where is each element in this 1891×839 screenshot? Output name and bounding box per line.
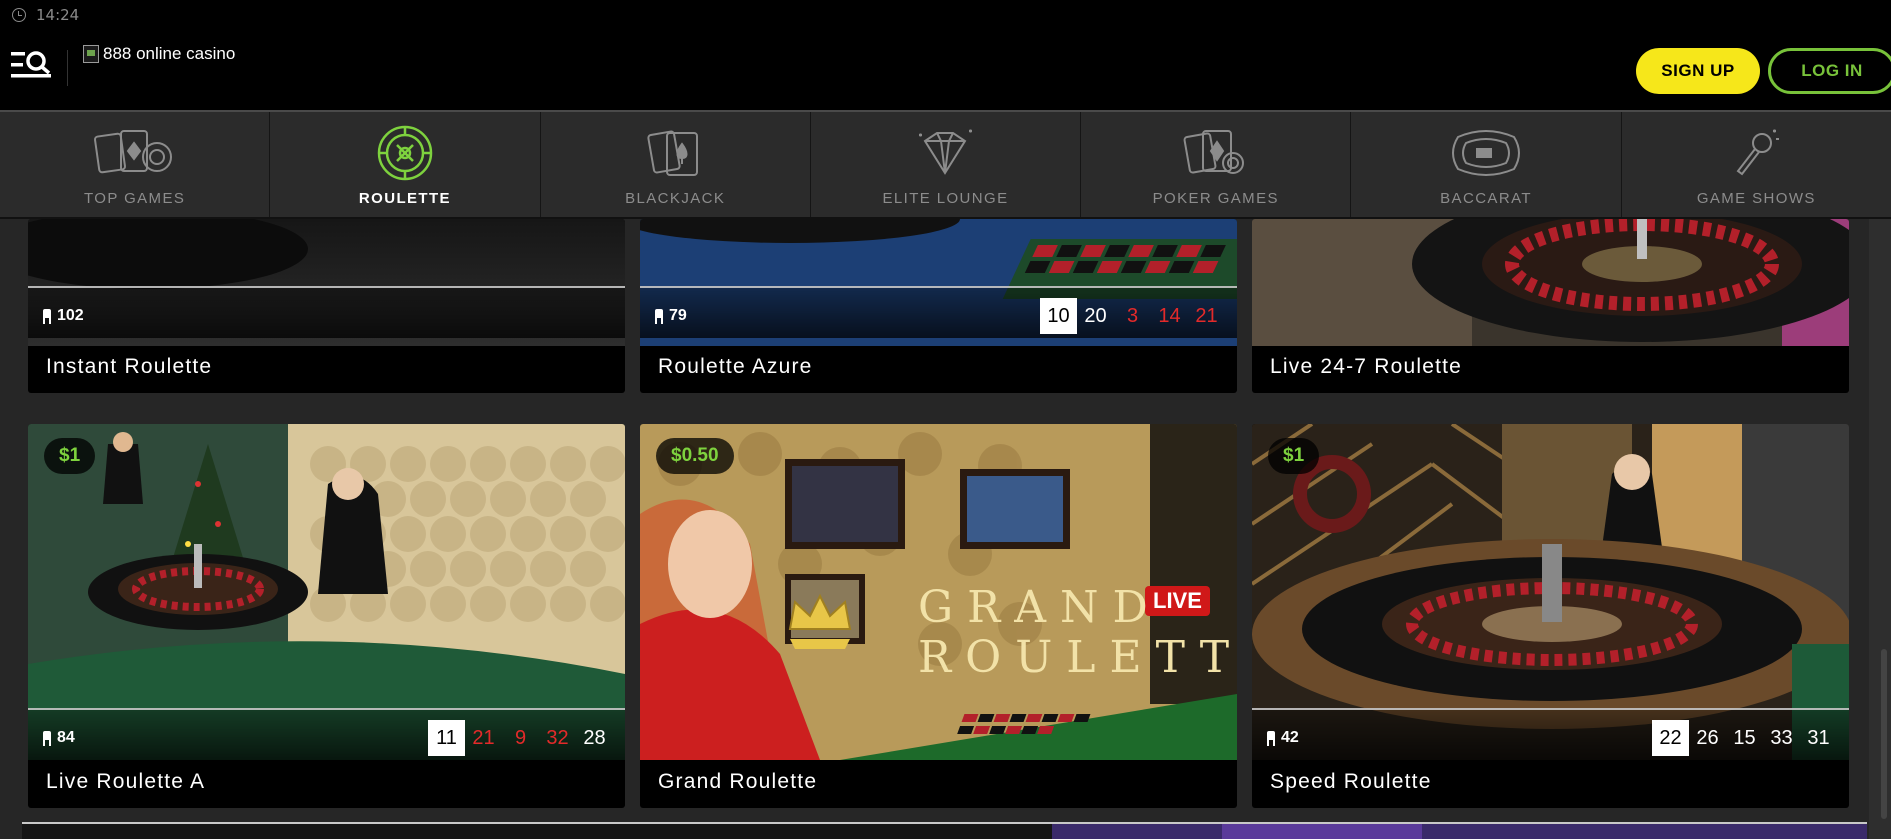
tab-label: TOP GAMES bbox=[84, 190, 186, 207]
result-number: 26 bbox=[1696, 726, 1719, 749]
result-number: 9 bbox=[514, 726, 527, 749]
result-number: 14 bbox=[1158, 304, 1181, 327]
result-number: 10 bbox=[1040, 298, 1077, 334]
game-title: Roulette Azure bbox=[658, 355, 813, 378]
game-thumbnail bbox=[1252, 219, 1849, 346]
tab-label: ELITE LOUNGE bbox=[882, 190, 1009, 207]
chair-icon bbox=[42, 308, 53, 324]
roulette-wheel-icon bbox=[363, 124, 447, 182]
tab-baccarat[interactable]: BACCARAT bbox=[1351, 112, 1622, 217]
result-number: 33 bbox=[1770, 726, 1793, 749]
result-number: 32 bbox=[546, 726, 569, 749]
games-grid: 102 Instant Roulette 79 10 20 3 14 21 Ro… bbox=[0, 219, 1891, 839]
game-thumbnail: LIVE GRAND ROULETTE bbox=[640, 424, 1237, 760]
player-count: 79 bbox=[654, 307, 687, 325]
player-count: 42 bbox=[1266, 729, 1299, 747]
chair-icon bbox=[654, 308, 665, 324]
next-row-preview bbox=[22, 822, 1867, 839]
game-card-roulette-azure[interactable]: 79 10 20 3 14 21 Roulette Azure bbox=[640, 219, 1237, 393]
recent-results: 10 20 3 14 21 bbox=[1040, 298, 1225, 334]
tab-blackjack[interactable]: BLACKJACK bbox=[541, 112, 811, 217]
tab-top-games[interactable]: TOP GAMES bbox=[0, 112, 271, 217]
result-number: 31 bbox=[1807, 726, 1830, 749]
scrollbar-thumb[interactable] bbox=[1881, 649, 1887, 819]
game-card-speed-roulette[interactable]: $1 42 22 26 15 33 31 Speed Roulette bbox=[1252, 424, 1849, 808]
result-number: 28 bbox=[583, 726, 606, 749]
result-number: 15 bbox=[1733, 726, 1756, 749]
microphone-icon bbox=[1714, 124, 1798, 182]
sign-up-button[interactable]: SIGN UP bbox=[1636, 48, 1760, 94]
game-card-instant-roulette[interactable]: 102 Instant Roulette bbox=[28, 219, 625, 393]
header-divider bbox=[67, 50, 68, 86]
site-header: 888 online casino SIGN UP LOG IN bbox=[0, 30, 1891, 110]
logo-alt-text: 888 online casino bbox=[103, 44, 236, 63]
player-count: 102 bbox=[42, 307, 84, 325]
game-card-live-24-7-roulette[interactable]: Live 24-7 Roulette bbox=[1252, 219, 1849, 393]
playing-cards-icon bbox=[633, 124, 717, 182]
min-bet-badge: $1 bbox=[1268, 438, 1320, 474]
diamond-icon bbox=[903, 124, 987, 182]
art-title-line2: ROULETTE bbox=[918, 632, 1237, 683]
game-title: Live 24-7 Roulette bbox=[1270, 355, 1463, 378]
logo[interactable]: 888 online casino bbox=[83, 44, 235, 64]
result-number: 21 bbox=[1195, 304, 1218, 327]
recent-results: 22 26 15 33 31 bbox=[1652, 720, 1837, 756]
game-title: Speed Roulette bbox=[1270, 770, 1432, 793]
game-info-bar bbox=[28, 286, 625, 338]
tab-poker-games[interactable]: POKER GAMES bbox=[1081, 112, 1352, 217]
baccarat-table-icon bbox=[1444, 124, 1528, 182]
status-time: 14:24 bbox=[36, 6, 80, 24]
art-title-line1: GRAND bbox=[918, 582, 1162, 633]
tab-label: BACCARAT bbox=[1440, 190, 1532, 207]
recent-results: 11 21 9 32 28 bbox=[428, 720, 613, 756]
tab-roulette[interactable]: ROULETTE bbox=[270, 112, 541, 217]
tab-label: ROULETTE bbox=[358, 190, 451, 207]
tab-label: POKER GAMES bbox=[1152, 190, 1279, 207]
result-number: 22 bbox=[1652, 720, 1689, 756]
tab-label: BLACKJACK bbox=[625, 190, 726, 207]
game-title: Grand Roulette bbox=[658, 770, 818, 793]
result-number: 21 bbox=[472, 726, 495, 749]
menu-search-icon[interactable] bbox=[11, 48, 53, 82]
log-in-button[interactable]: LOG IN bbox=[1768, 48, 1891, 94]
status-bar: 14:24 bbox=[0, 0, 1891, 30]
min-bet-badge: $1 bbox=[44, 438, 96, 474]
game-card-grand-roulette[interactable]: LIVE GRAND ROULETTE $0.50 Grand Roulette bbox=[640, 424, 1237, 808]
game-card-live-roulette-a[interactable]: $1 84 11 21 9 32 28 Live Roulette A bbox=[28, 424, 625, 808]
game-title: Instant Roulette bbox=[46, 355, 213, 378]
result-number: 3 bbox=[1126, 304, 1139, 327]
broken-image-icon bbox=[83, 45, 99, 63]
tab-game-shows[interactable]: GAME SHOWS bbox=[1622, 112, 1891, 217]
game-title: Live Roulette A bbox=[46, 770, 206, 793]
cards-chips-icon bbox=[93, 124, 177, 182]
category-nav: TOP GAMES ROULETTE BLACKJACK ELITE LOUNG… bbox=[0, 110, 1891, 219]
player-count: 84 bbox=[42, 729, 75, 747]
poker-cards-icon bbox=[1174, 124, 1258, 182]
result-number: 20 bbox=[1084, 304, 1107, 327]
tab-elite-lounge[interactable]: ELITE LOUNGE bbox=[811, 112, 1082, 217]
clock-icon bbox=[12, 8, 26, 22]
scrollbar[interactable] bbox=[1869, 219, 1891, 839]
result-number: 11 bbox=[428, 720, 465, 756]
chair-icon bbox=[1266, 730, 1277, 746]
tab-label: GAME SHOWS bbox=[1696, 190, 1816, 207]
min-bet-badge: $0.50 bbox=[656, 438, 734, 474]
chair-icon bbox=[42, 730, 53, 746]
